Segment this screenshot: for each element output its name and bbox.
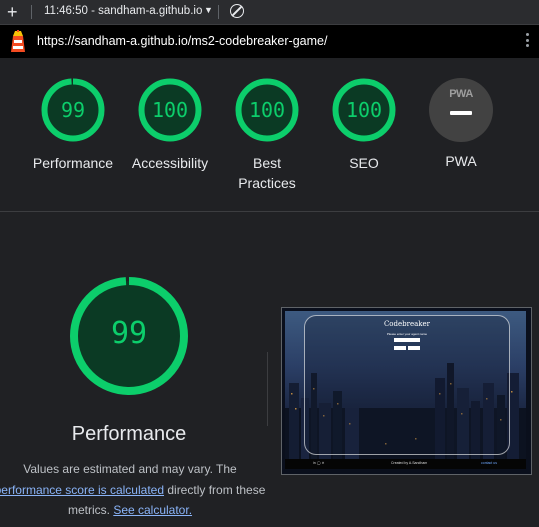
vertical-divider — [267, 352, 268, 426]
browser-tab-bar: + 11:46:50 - sandham-a.github.io ▼ — [0, 0, 539, 25]
tab-title[interactable]: 11:46:50 - sandham-a.github.io — [44, 5, 204, 17]
game-subtitle: Please enter your agent name — [386, 332, 428, 336]
score-calculation-link[interactable]: performance score is calculated — [0, 483, 164, 497]
gauge-best-practices[interactable]: 100 Best Practices — [235, 78, 299, 191]
game-title: Codebreaker — [383, 320, 431, 328]
metrics-note: Values are estimated and may vary. The p… — [0, 459, 268, 521]
kebab-menu-icon[interactable] — [526, 33, 529, 50]
gauge-label: Best Practices — [238, 155, 296, 191]
game-button — [408, 346, 420, 350]
plus-icon[interactable]: + — [7, 2, 18, 22]
game-button — [394, 346, 406, 350]
divider — [31, 5, 32, 19]
divider — [218, 5, 219, 19]
caret-down-icon[interactable]: ▼ — [204, 5, 213, 15]
url-bar: https://sandham-a.github.io/ms2-codebrea… — [0, 25, 539, 58]
gauge-score: 100 — [248, 98, 286, 122]
lighthouse-icon — [11, 30, 25, 52]
gauge-seo[interactable]: 100 SEO — [332, 78, 396, 171]
game-footer: in ◯ ✕ Created by A.Sandham contact us — [285, 459, 526, 469]
gauge-score: 100 — [345, 98, 383, 122]
social-icons: in ◯ ✕ — [313, 461, 325, 465]
gauge-pwa[interactable]: PWA — [429, 78, 493, 142]
dash-icon — [450, 111, 472, 115]
section-divider — [0, 211, 539, 212]
gauge-label: Accessibility — [131, 155, 209, 171]
gauge-accessibility[interactable]: 100 Accessibility — [132, 78, 208, 171]
footer-credit: Created by A.Sandham — [391, 461, 428, 465]
block-icon[interactable] — [230, 4, 244, 18]
gauge-performance[interactable]: 99 Performance — [33, 78, 113, 171]
game-panel: Codebreaker Please enter your agent name — [304, 315, 510, 455]
performance-gauge-large: 99 — [68, 275, 190, 397]
agent-name-input — [394, 338, 420, 342]
performance-title: Performance — [71, 423, 187, 445]
performance-score: 99 — [110, 316, 148, 351]
final-screenshot[interactable]: Codebreaker Please enter your agent name… — [281, 307, 532, 475]
gauge-label: PWA — [445, 153, 477, 169]
page-url[interactable]: https://sandham-a.github.io/ms2-codebrea… — [37, 34, 327, 48]
note-text: Values are estimated and may vary. The — [23, 462, 237, 476]
gauge-score: 99 — [60, 98, 86, 122]
gauge-score: 100 — [151, 98, 189, 122]
pwa-badge: PWA — [449, 88, 473, 100]
footer-contact: contact us — [481, 461, 497, 465]
see-calculator-link[interactable]: See calculator. — [113, 503, 192, 517]
